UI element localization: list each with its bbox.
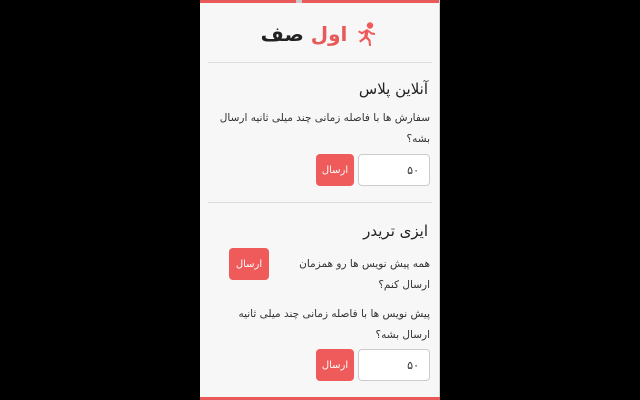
easy-trader-delay-question: پیش نویس ها با فاصله زمانی چند میلی ثانی… [238,308,430,341]
top-accent-bar [200,0,440,3]
running-person-icon [358,22,376,46]
popup-border [439,0,440,400]
online-plus-delay-question: سفارش ها با فاصله زمانی چند میلی ثانیه ا… [219,112,430,145]
app-brand: اول صف [261,22,348,46]
easy-trader-title: ایزی تریدر [363,222,428,240]
brand-part-1: اول [310,22,348,46]
brand-part-2: صف [260,22,304,46]
easy-trader-simultaneous-send-button[interactable]: ارسال [229,248,269,280]
easy-trader-delay-input[interactable] [358,349,430,381]
divider [208,202,432,203]
extension-popup: اول صف آنلاین پلاس سفارش ها با فاصله زما… [200,0,440,400]
app-header: اول صف [200,14,440,54]
online-plus-delay-input[interactable] [358,154,430,186]
online-plus-send-button[interactable]: ارسال [316,154,354,186]
online-plus-title: آنلاین پلاس [358,80,428,98]
easy-trader-send-button[interactable]: ارسال [316,349,354,381]
easy-trader-simultaneous-question: همه پیش نویس ها رو همزمان ارسال کنم؟ [299,258,430,291]
divider [208,62,432,63]
easy-trader-send-row: ارسال [316,349,430,381]
online-plus-send-row: ارسال [316,154,430,186]
